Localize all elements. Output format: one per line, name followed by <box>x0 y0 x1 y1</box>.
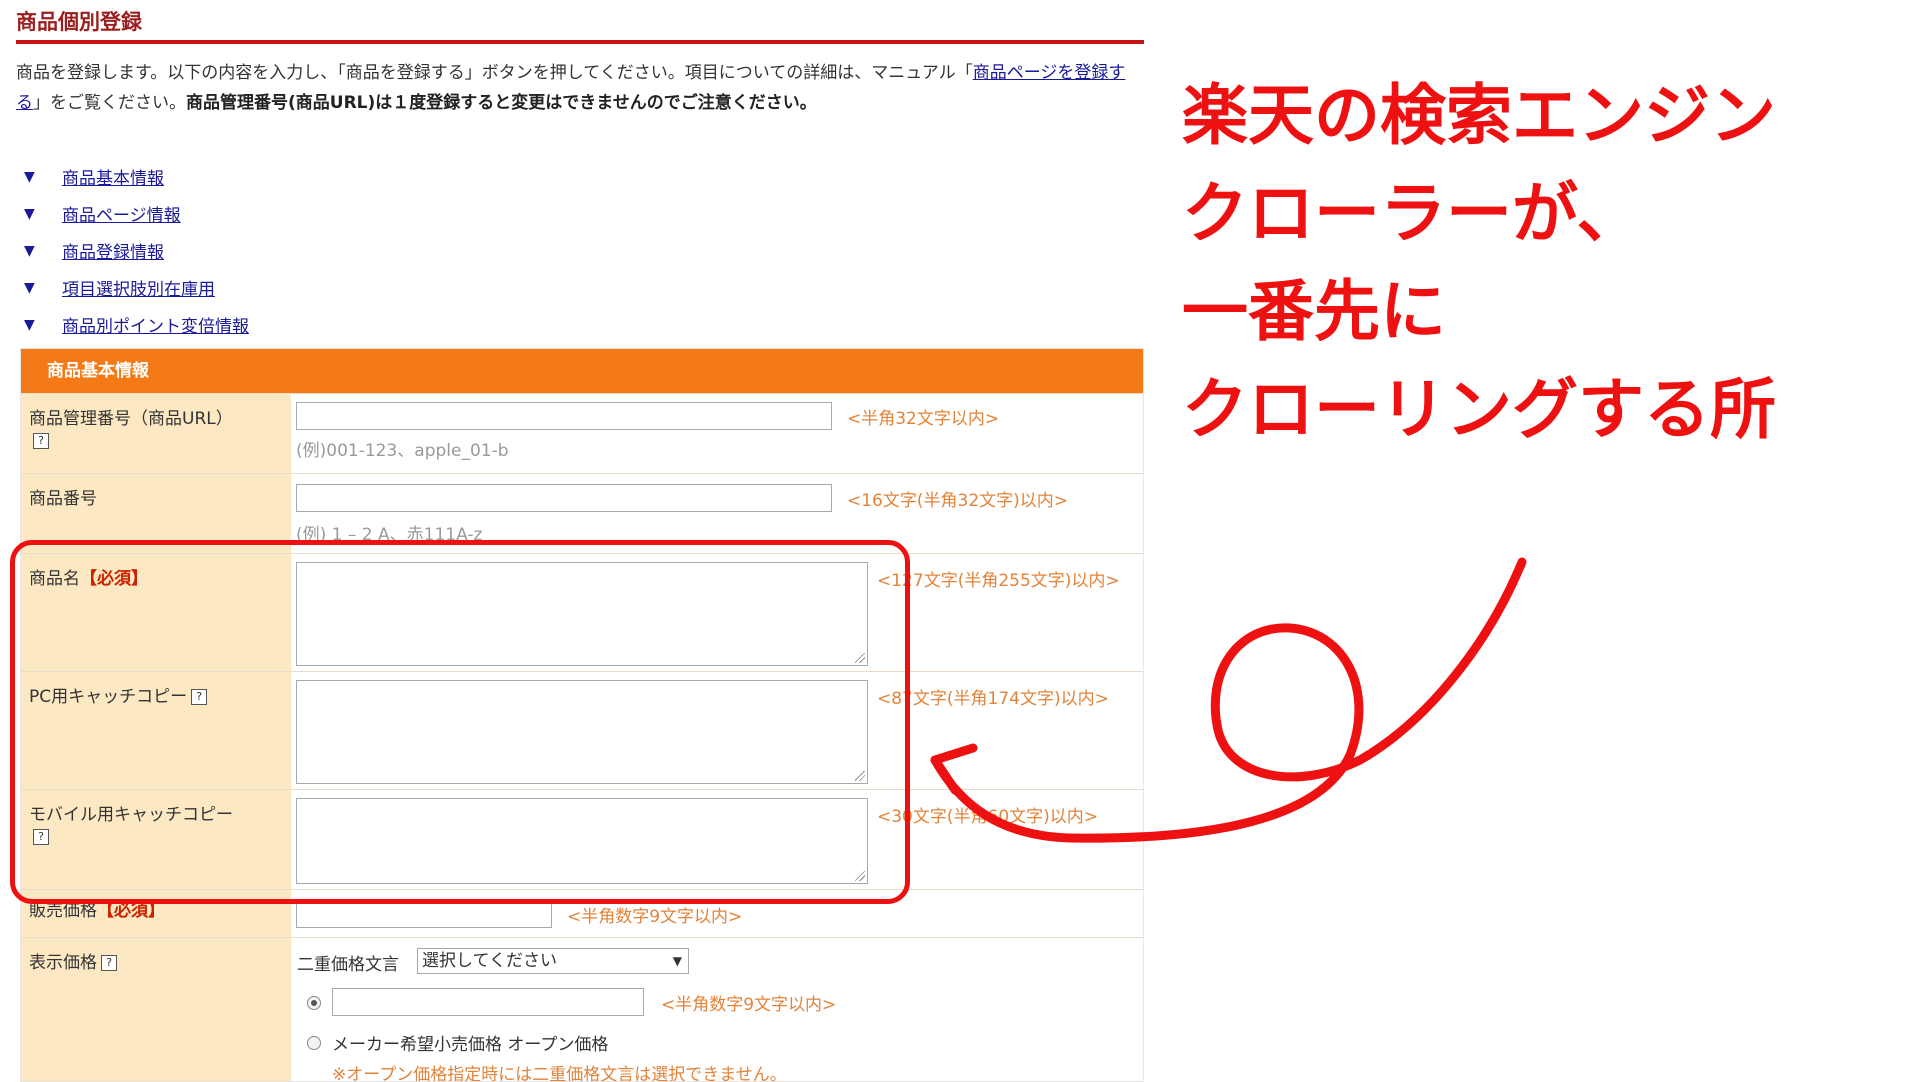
annotation-line: クローリングする所 <box>1182 371 1776 448</box>
annotation-line: 楽天の検索エンジン <box>1182 77 1776 154</box>
annotation-line: 一番先に <box>1182 273 1446 350</box>
annotation-text: 楽天の検索エンジン クローラーが、 一番先に クローリングする所 <box>1182 68 1776 460</box>
annotation-line: クローラーが、 <box>1182 175 1643 252</box>
